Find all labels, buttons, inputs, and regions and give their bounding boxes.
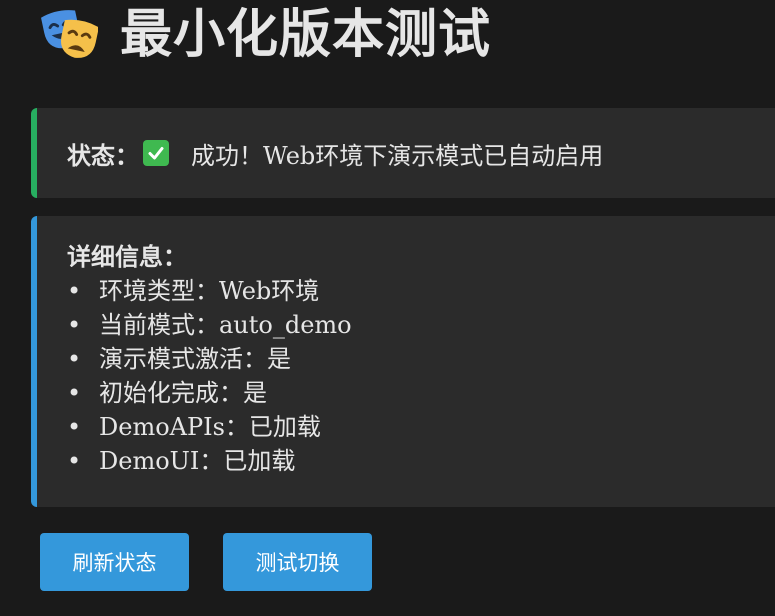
status-label: 状态： (67, 140, 139, 170)
detail-environment-type: 环境类型：Web环境 (99, 277, 320, 305)
details-title: 详细信息： (67, 242, 187, 271)
detail-demo-apis: DemoAPIs：已加载 (99, 413, 321, 441)
page-title: 最小化版本测试 (120, 4, 492, 65)
status-panel: 状态： 成功！Web环境下演示模式已自动启用 (31, 108, 775, 198)
bullet: • (67, 277, 82, 305)
list-item: • 演示模式激活：是 (67, 342, 761, 376)
details-list: • 环境类型：Web环境 • 当前模式：auto_demo • 演示模式激活：是… (67, 274, 761, 478)
detail-init-complete: 初始化完成：是 (99, 379, 267, 407)
header: 最小化版本测试 (40, 0, 491, 70)
bullet: • (67, 345, 82, 373)
bullet: • (67, 311, 82, 339)
list-item: • DemoAPIs：已加载 (67, 410, 761, 444)
detail-demo-mode-active: 演示模式激活：是 (99, 345, 291, 373)
status-message: 成功！Web环境下演示模式已自动启用 (191, 141, 604, 170)
details-panel: 详细信息： • 环境类型：Web环境 • 当前模式：auto_demo • 演示… (31, 216, 775, 507)
list-item: • 环境类型：Web环境 (67, 274, 761, 308)
refresh-status-button[interactable]: 刷新状态 (40, 533, 189, 591)
detail-demo-ui: DemoUI：已加载 (99, 447, 296, 475)
test-toggle-button[interactable]: 测试切换 (223, 533, 372, 591)
bullet: • (67, 379, 82, 407)
list-item: • 当前模式：auto_demo (67, 308, 761, 342)
performing-arts-masks-icon (41, 10, 98, 58)
list-item: • DemoUI：已加载 (67, 444, 761, 478)
page: 最小化版本测试 状态： 成功！Web环境下演示模式已自动启用 详细信息： • 环… (0, 0, 775, 616)
list-item: • 初始化完成：是 (67, 376, 761, 410)
check-mark-button-icon (143, 140, 169, 166)
bullet: • (67, 413, 82, 441)
bullet: • (67, 447, 82, 475)
detail-current-mode: 当前模式：auto_demo (99, 311, 352, 339)
